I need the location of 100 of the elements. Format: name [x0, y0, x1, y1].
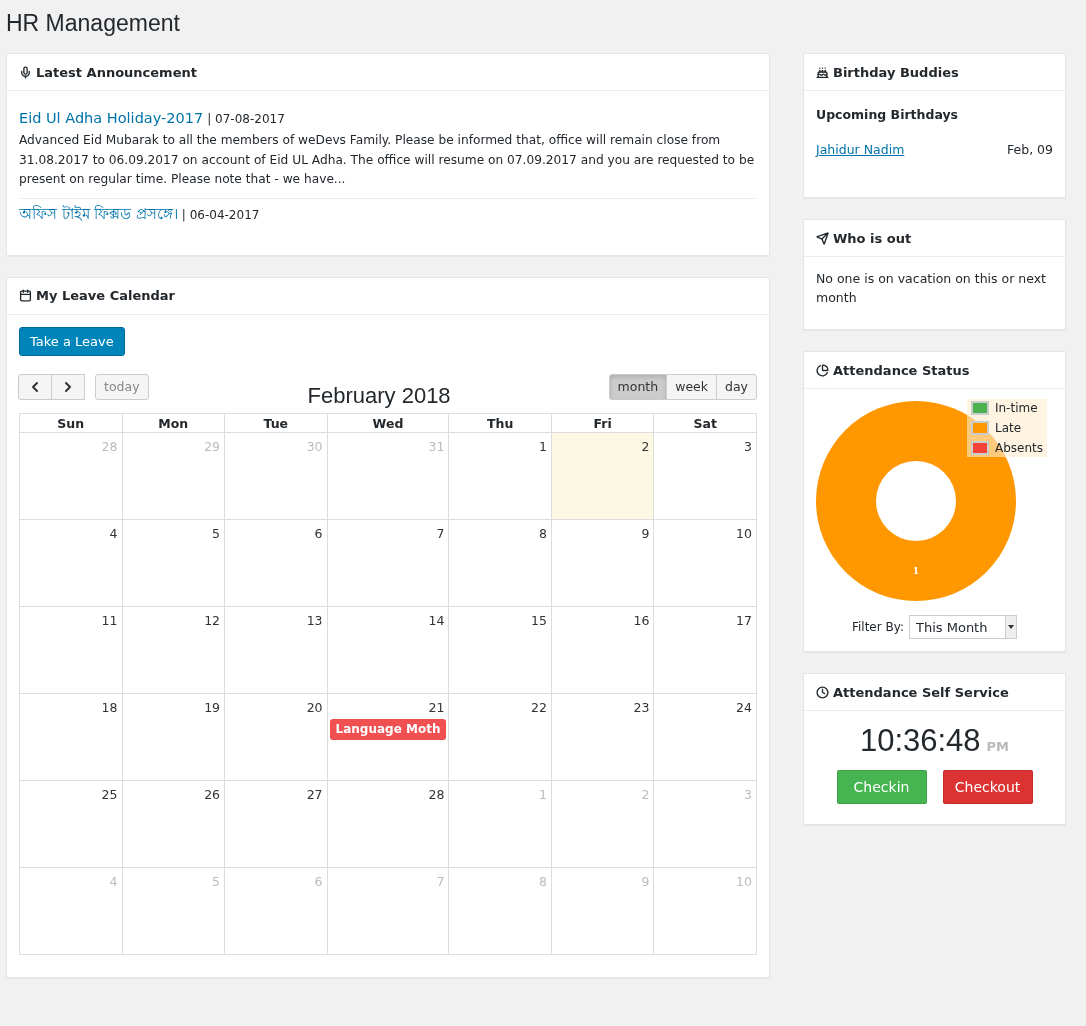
take-leave-button[interactable]: Take a Leave [19, 326, 125, 356]
day-number: 1 [538, 785, 548, 804]
day-number: 3 [743, 437, 753, 456]
cake-icon [816, 65, 829, 79]
day-number: 27 [305, 785, 324, 804]
day-number: 6 [313, 524, 324, 543]
announcement-date: | 06-04-2017 [181, 207, 260, 222]
filter-select[interactable]: This Month [909, 615, 1017, 639]
day-number: 12 [203, 611, 222, 630]
day-cell[interactable]: 7 [327, 519, 450, 607]
day-cell[interactable]: 5 [122, 519, 226, 607]
day-number: 1 [538, 437, 548, 456]
weekday-header: Tue [225, 413, 328, 433]
day-number: 23 [632, 698, 651, 717]
day-number: 2 [640, 437, 651, 456]
day-number: 10 [735, 872, 753, 891]
calendar-event[interactable]: Language Moth [329, 718, 447, 740]
day-cell[interactable]: 25 [20, 780, 123, 868]
day-cell[interactable]: 13 [225, 606, 328, 694]
person-link[interactable]: Jahidur Nadim [816, 140, 905, 159]
announcement-date: | 07-08-2017 [207, 112, 285, 126]
checkout-button[interactable]: Checkout [942, 770, 1033, 804]
day-number: 9 [640, 524, 651, 543]
weekday-header: Sun [20, 413, 123, 433]
day-cell[interactable]: 20 [225, 693, 328, 781]
next-button[interactable] [51, 373, 85, 400]
day-cell[interactable]: 27 [225, 780, 328, 868]
day-number: 31 [427, 437, 446, 456]
day-cell[interactable]: 8 [449, 519, 552, 607]
day-number: 3 [743, 785, 753, 804]
day-number: 17 [735, 611, 753, 630]
day-cell[interactable]: 28 [327, 780, 450, 868]
day-cell[interactable]: 18 [20, 693, 123, 781]
day-cell[interactable]: 17 [654, 606, 757, 694]
weekday-header: Wed [327, 413, 450, 433]
day-number: 13 [305, 611, 324, 630]
day-number: 15 [530, 611, 548, 630]
day-number: 21 [427, 698, 446, 717]
day-cell[interactable]: 6 [225, 519, 328, 607]
announcement-link[interactable]: Eid Ul Adha Holiday-2017 [19, 110, 204, 126]
day-number: 2 [640, 785, 651, 804]
day-cell[interactable]: 16 [551, 606, 655, 694]
day-number: 16 [632, 611, 651, 630]
day-number: 20 [305, 698, 324, 717]
day-number: 6 [313, 872, 324, 891]
card-title: Attendance Status [833, 362, 970, 378]
day-number: 8 [538, 524, 548, 543]
pie-chart-icon [816, 363, 829, 377]
card-title: Attendance Self Service [833, 684, 1009, 700]
day-number: 7 [435, 524, 446, 543]
filter-label: Filter By: [851, 620, 904, 634]
day-cell[interactable]: 12 [122, 606, 226, 694]
view-tab[interactable]: day [716, 373, 757, 400]
status-message: No one is on vacation on this or next month [816, 271, 1046, 305]
weekday-header: Thu [449, 413, 552, 433]
day-cell[interactable]: 9 [551, 519, 655, 607]
view-tab[interactable]: week [666, 373, 717, 400]
weekday-header: Mon [122, 413, 226, 433]
day-number: 30 [305, 437, 324, 456]
day-number: 5 [211, 524, 222, 543]
day-number: 24 [735, 698, 753, 717]
day-cell[interactable]: 11 [20, 606, 123, 694]
card-title: My Leave Calendar [36, 288, 175, 303]
day-cell[interactable]: 19 [122, 693, 226, 781]
day-cell[interactable]: 22 [449, 693, 552, 781]
day-number: 4 [108, 872, 119, 891]
clock-meridiem: PM [986, 738, 1010, 756]
day-cell[interactable]: 15 [449, 606, 552, 694]
view-tab[interactable]: month [608, 373, 668, 400]
day-number: 22 [530, 698, 548, 717]
caret-icon [1008, 625, 1014, 629]
day-cell[interactable]: 1 [449, 432, 552, 520]
weekday-header: Sat [654, 413, 757, 433]
day-number: 28 [100, 437, 119, 456]
day-number: 8 [538, 872, 548, 891]
day-cell[interactable]: 3 [654, 432, 757, 520]
day-number: 25 [100, 785, 119, 804]
day-number: 5 [211, 872, 222, 891]
announcement-link[interactable]: অফিস টাইম ফিক্সড প্রসঙ্গে। [19, 205, 178, 222]
day-cell[interactable]: 26 [122, 780, 226, 868]
day-number: 9 [640, 872, 651, 891]
clock-icon [816, 685, 829, 699]
weekday-header: Fri [551, 413, 655, 433]
day-cell[interactable]: 21 Language Moth [327, 693, 450, 781]
day-number: 10 [735, 524, 753, 543]
day-cell[interactable]: 10 [654, 519, 757, 607]
day-cell[interactable]: 24 [654, 693, 757, 781]
day-number: 26 [203, 785, 222, 804]
day-number: 4 [108, 524, 119, 543]
legend-label: Absents [994, 441, 1043, 455]
previous-button[interactable] [18, 373, 52, 400]
day-cell[interactable]: 4 [20, 519, 123, 607]
day-cell[interactable]: 2 [551, 432, 655, 520]
day-cell[interactable]: 14 [327, 606, 450, 694]
legend-label: Late [994, 421, 1022, 435]
day-cell[interactable]: 23 [551, 693, 655, 781]
page-title: HR Management [6, 10, 181, 37]
microphone-icon [19, 65, 32, 79]
day-number: 19 [203, 698, 222, 717]
day-number: 11 [100, 611, 119, 630]
